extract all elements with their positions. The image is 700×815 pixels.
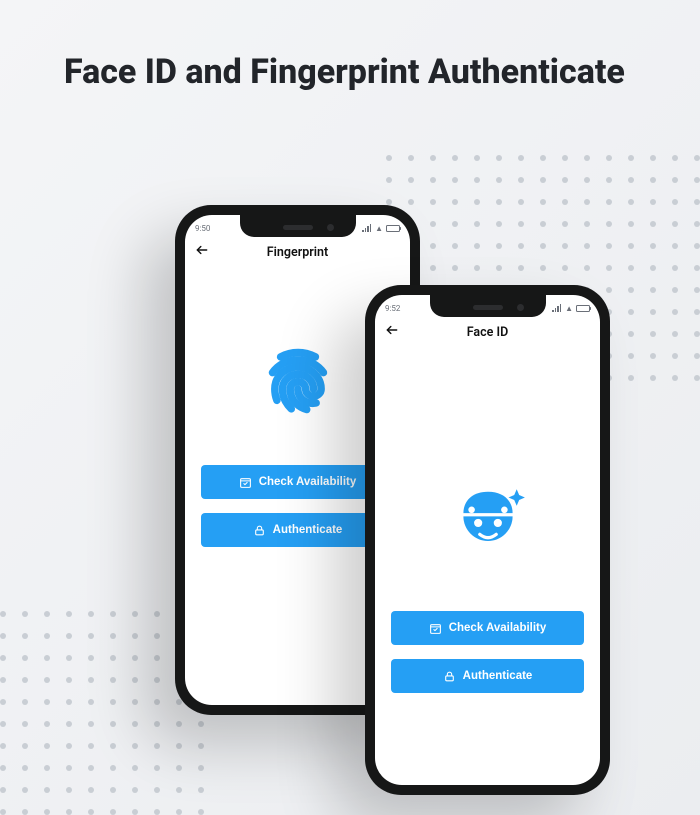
marketing-canvas: Face ID and Fingerprint Authenticate 9:5… xyxy=(0,0,700,815)
battery-icon xyxy=(386,225,400,232)
screen: 9:52 ▲ Face ID xyxy=(375,295,600,785)
check-availability-button[interactable]: Check Availability xyxy=(391,611,584,645)
device-notch xyxy=(430,295,546,317)
statusbar-time: 9:52 xyxy=(385,304,400,313)
calendar-check-icon xyxy=(429,622,442,635)
statusbar-right: ▲ xyxy=(362,224,400,233)
page-title: Face ID and Fingerprint Authenticate xyxy=(64,50,636,96)
app-bar: Fingerprint xyxy=(185,237,410,267)
wifi-icon: ▲ xyxy=(375,224,383,233)
fingerprint-icon xyxy=(262,345,334,421)
lock-icon xyxy=(253,524,266,537)
lock-icon xyxy=(443,670,456,683)
arrow-left-icon xyxy=(385,323,399,337)
signal-icon xyxy=(552,304,562,312)
statusbar-time: 9:50 xyxy=(195,224,210,233)
button-label: Authenticate xyxy=(463,670,533,682)
app-bar: Face ID xyxy=(375,317,600,347)
screen-content: Check Availability Authenticate xyxy=(375,347,600,707)
device-notch xyxy=(240,215,356,237)
appbar-title: Face ID xyxy=(467,325,508,340)
button-label: Check Availability xyxy=(449,622,547,634)
battery-icon xyxy=(576,305,590,312)
wifi-icon: ▲ xyxy=(565,304,573,313)
arrow-left-icon xyxy=(195,243,209,257)
authenticate-button[interactable]: Authenticate xyxy=(391,659,584,693)
phone-mockup-faceid: 9:52 ▲ Face ID xyxy=(365,285,610,795)
decorative-dots-bottom xyxy=(0,611,204,815)
back-button[interactable] xyxy=(195,243,209,261)
back-button[interactable] xyxy=(385,323,399,341)
face-icon xyxy=(447,477,529,563)
appbar-title: Fingerprint xyxy=(267,245,328,260)
button-label: Authenticate xyxy=(273,524,343,536)
signal-icon xyxy=(362,224,372,232)
statusbar-right: ▲ xyxy=(552,304,590,313)
calendar-check-icon xyxy=(239,476,252,489)
button-label: Check Availability xyxy=(259,476,357,488)
